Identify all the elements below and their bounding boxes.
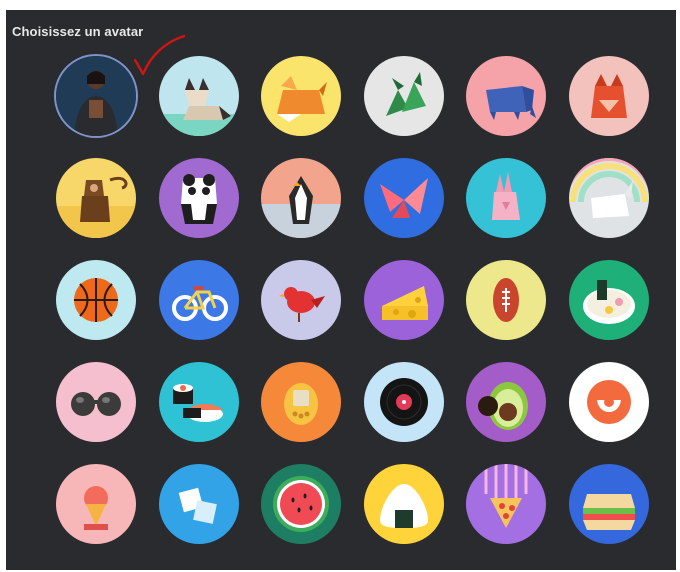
sunglasses-icon [71, 392, 121, 416]
rabbit-icon [492, 172, 520, 220]
avatar-origami-unicorn[interactable] [568, 158, 649, 238]
cat-icon [158, 78, 239, 136]
avatar-watermelon[interactable] [261, 464, 341, 544]
avatar-sandwich[interactable] [568, 464, 649, 544]
avatar-origami-fox[interactable] [261, 56, 341, 136]
bicycle-icon [171, 286, 228, 321]
avatar-origami-elephant[interactable] [466, 56, 546, 136]
avatar-grid [6, 10, 676, 570]
avatar-bicycle[interactable] [158, 260, 239, 340]
avatar-ramen[interactable] [568, 260, 649, 340]
watermelon-icon [273, 476, 329, 532]
vinyl-icon [379, 378, 428, 426]
avatar-pizza[interactable] [466, 464, 546, 544]
photo-icon [56, 56, 136, 136]
avatar-origami-monkey[interactable] [56, 158, 136, 238]
avatar-origami-panda[interactable] [158, 158, 239, 238]
panda-icon [180, 174, 217, 224]
elephant-icon [486, 86, 536, 120]
unicorn-icon [568, 158, 649, 218]
avatar-football[interactable] [466, 260, 546, 340]
redfox-icon [590, 74, 627, 118]
avatar-tamagotchi[interactable] [261, 362, 341, 442]
pizza-icon [484, 464, 528, 528]
avatar-avocado[interactable] [466, 362, 546, 442]
avatar-origami-cat[interactable] [158, 56, 239, 136]
sushi-icon [172, 384, 223, 422]
dragon-icon [385, 72, 426, 116]
penguin-icon [261, 176, 341, 238]
sandwich-icon [582, 494, 635, 530]
avatar-origami-butterfly[interactable] [363, 158, 444, 238]
basketball-icon [74, 278, 118, 322]
avatar-ice-cream[interactable] [56, 464, 136, 544]
avatar-cheese[interactable] [363, 260, 444, 340]
avatar-picker-dialog: Choisissez un avatar [6, 10, 676, 570]
football-icon [493, 278, 519, 322]
avatar-sushi[interactable] [158, 362, 239, 442]
avatar-vinyl[interactable] [363, 362, 444, 442]
avatar-sugar-cubes[interactable] [158, 464, 239, 544]
ramen-icon [582, 280, 635, 324]
avatar-sunglasses[interactable] [56, 362, 136, 442]
tamagotchi-icon [284, 383, 318, 425]
avatar-origami-dragon[interactable] [363, 56, 444, 136]
butterfly-icon [379, 178, 428, 218]
avatar-origami-rabbit[interactable] [466, 158, 546, 238]
onigiri-icon [379, 484, 428, 528]
avatar-smile[interactable] [568, 362, 649, 442]
avatar-onigiri[interactable] [363, 464, 444, 544]
fox-icon [277, 76, 327, 122]
smile-icon [586, 380, 631, 424]
cubes-icon [178, 487, 217, 524]
avatar-photo-user[interactable] [56, 56, 136, 136]
cheese-icon [381, 286, 428, 320]
icecream-icon [84, 486, 108, 530]
avatar-basketball[interactable] [56, 260, 136, 340]
avatar-origami-penguin[interactable] [261, 158, 341, 238]
bird-icon [279, 287, 325, 322]
avatar-bird[interactable] [261, 260, 341, 340]
monkey-icon [56, 176, 136, 238]
avatar-origami-red-fox[interactable] [568, 56, 649, 136]
avocado-icon [478, 382, 528, 430]
